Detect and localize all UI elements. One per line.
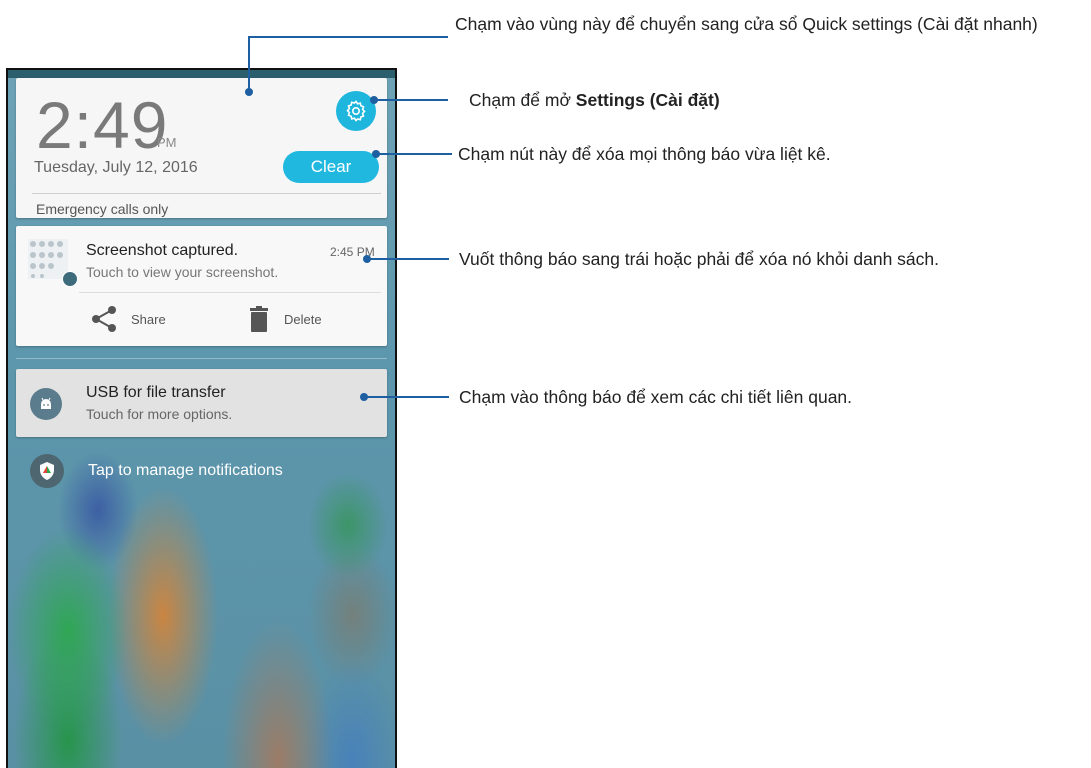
callout-line (367, 258, 449, 260)
delete-button[interactable]: Delete (248, 306, 322, 332)
share-button[interactable]: Share (91, 306, 166, 332)
callout-swipe: Vuốt thông báo sang trái hoặc phải để xó… (459, 249, 939, 269)
image-badge-icon (62, 271, 78, 287)
clear-button[interactable]: Clear (283, 151, 379, 183)
phone-screen: 2:49 PM Tuesday, July 12, 2016 Clear Eme… (6, 68, 397, 768)
shield-icon (30, 454, 64, 488)
callout-settings: Chạm để mở Settings (Cài đặt) (469, 86, 720, 114)
quick-settings-area[interactable]: 2:49 PM Tuesday, July 12, 2016 Clear Eme… (16, 78, 387, 218)
callout-line (364, 396, 449, 398)
clock-time: 2:49 (36, 88, 169, 162)
gear-icon (346, 100, 366, 122)
share-label: Share (131, 311, 166, 327)
callout-dot (245, 88, 253, 96)
notification-title: USB for file transfer (86, 384, 226, 401)
callout-line (248, 36, 448, 38)
status-bar (8, 70, 395, 78)
divider (32, 193, 381, 194)
delete-label: Delete (284, 311, 322, 327)
android-icon (30, 388, 62, 420)
callout-details: Chạm vào thông báo để xem các chi tiết l… (459, 387, 853, 407)
callout-settings-text: Chạm để mở (469, 90, 576, 110)
manage-notifications[interactable]: Tap to manage notifications (30, 454, 283, 488)
callout-line (248, 36, 250, 92)
callout-settings-bold: Settings (Cài đặt) (575, 90, 720, 110)
callout-clear: Chạm nút này để xóa mọi thông báo vừa li… (458, 144, 831, 164)
notification-usb[interactable]: USB for file transfer Touch for more opt… (16, 369, 387, 437)
screenshot-thumbnail-icon (28, 239, 68, 279)
manage-notifications-label: Tap to manage notifications (88, 462, 283, 479)
clock-date: Tuesday, July 12, 2016 (34, 159, 198, 176)
notification-subtitle: Touch for more options. (86, 406, 233, 422)
notification-subtitle: Touch to view your screenshot. (86, 264, 279, 280)
trash-icon (250, 306, 268, 332)
emergency-status: Emergency calls only (36, 201, 169, 217)
divider (16, 358, 387, 359)
callout-line (376, 153, 452, 155)
clock-ampm: PM (157, 135, 177, 150)
callout-line (374, 99, 448, 101)
notification-title: Screenshot captured. (86, 242, 239, 259)
notification-screenshot[interactable]: Screenshot captured. 2:45 PM Touch to vi… (16, 226, 387, 346)
share-icon (92, 306, 116, 332)
callout-quick-settings: Chạm vào vùng này để chuyển sang cửa sổ … (455, 14, 1038, 34)
divider (79, 292, 381, 293)
